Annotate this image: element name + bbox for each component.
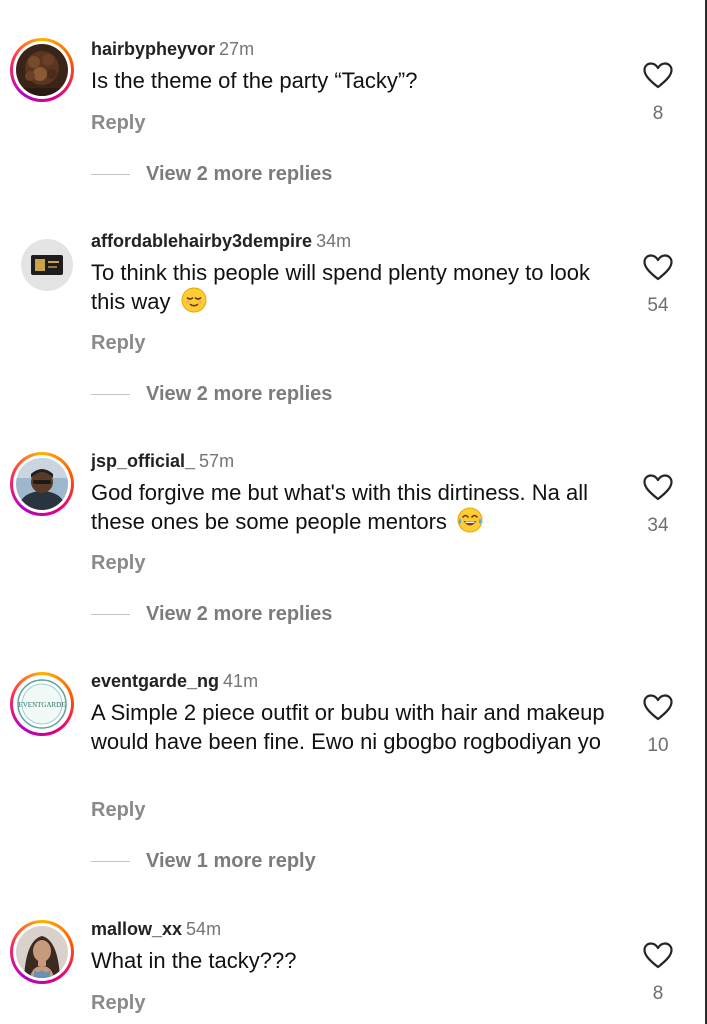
comment-username[interactable]: eventgarde_ng: [91, 671, 219, 691]
like-count: 8: [652, 103, 664, 124]
comment-text-body: To think this people will spend plenty m…: [91, 260, 590, 314]
comment-text: To think this people will spend plenty m…: [91, 258, 616, 316]
view-more-divider: [91, 860, 130, 862]
reply-button[interactable]: Reply: [91, 991, 145, 1015]
relieved-face-emoji-icon: [181, 287, 207, 313]
avatar[interactable]: [10, 228, 74, 292]
like-count: 54: [647, 295, 669, 316]
like-column: 54: [636, 254, 680, 317]
avatar[interactable]: [10, 38, 74, 102]
comment-text: What in the tacky???: [91, 948, 297, 973]
reply-button[interactable]: Reply: [91, 551, 145, 575]
comment-text: God forgive me but what's with this dirt…: [91, 478, 616, 536]
comment-username[interactable]: mallow_xx: [91, 919, 182, 939]
like-column: 34: [636, 474, 680, 537]
like-column: 10: [636, 694, 680, 757]
heart-icon[interactable]: [643, 62, 673, 89]
view-more-divider: [91, 393, 130, 395]
avatar-man-photo-icon: [16, 458, 68, 510]
comment-text-body: God forgive me but what's with this dirt…: [91, 480, 588, 534]
comment-text: A Simple 2 piece outfit or bubu with hai…: [91, 700, 605, 754]
reply-button[interactable]: Reply: [91, 111, 145, 135]
heart-icon[interactable]: [643, 254, 673, 281]
heart-icon[interactable]: [643, 942, 673, 969]
view-more-divider: [91, 173, 130, 175]
heart-icon[interactable]: [643, 474, 673, 501]
view-more-replies-button[interactable]: View 2 more replies: [91, 602, 332, 626]
like-count: 10: [647, 735, 669, 756]
heart-icon[interactable]: [643, 694, 673, 721]
comment-timestamp: 57m: [199, 451, 235, 471]
comment-timestamp: 27m: [219, 39, 255, 59]
comment-username[interactable]: affordablehairby3dempire: [91, 231, 312, 251]
like-column: 8: [636, 62, 680, 125]
view-more-replies-label: View 2 more replies: [146, 162, 333, 185]
view-more-replies-button[interactable]: View 2 more replies: [91, 162, 332, 186]
comment-timestamp: 41m: [223, 671, 259, 691]
avatar[interactable]: EVENTGARDE: [10, 672, 74, 736]
comment-timestamp: 34m: [316, 231, 352, 251]
avatar-hair-photo-icon: [16, 44, 68, 96]
comment-text: Is the theme of the party “Tacky”?: [91, 68, 418, 93]
avatar[interactable]: [10, 920, 74, 984]
view-more-replies-button[interactable]: View 2 more replies: [91, 382, 332, 406]
avatar-eventgarde-logo-icon: EVENTGARDE: [16, 678, 68, 730]
avatar-product-box-icon: [21, 239, 73, 291]
comment-timestamp: 54m: [186, 919, 222, 939]
like-column: 8: [636, 942, 680, 1005]
avatar-logo-text: EVENTGARDE: [18, 701, 65, 709]
view-more-divider: [91, 613, 130, 615]
avatar-woman-photo-icon: [16, 926, 68, 978]
avatar[interactable]: [10, 452, 74, 516]
reply-button[interactable]: Reply: [91, 331, 145, 355]
like-count: 34: [647, 515, 669, 536]
comment-username[interactable]: hairbypheyvor: [91, 39, 215, 59]
view-more-replies-button[interactable]: View 1 more reply: [91, 849, 316, 873]
view-more-replies-label: View 2 more replies: [146, 602, 333, 625]
tears-of-joy-emoji-icon: [457, 507, 483, 533]
comment-username[interactable]: jsp_official_: [91, 451, 195, 471]
reply-button[interactable]: Reply: [91, 798, 145, 822]
like-count: 8: [652, 983, 664, 1004]
view-more-replies-label: View 2 more replies: [146, 382, 333, 405]
view-more-replies-label: View 1 more reply: [146, 849, 316, 872]
